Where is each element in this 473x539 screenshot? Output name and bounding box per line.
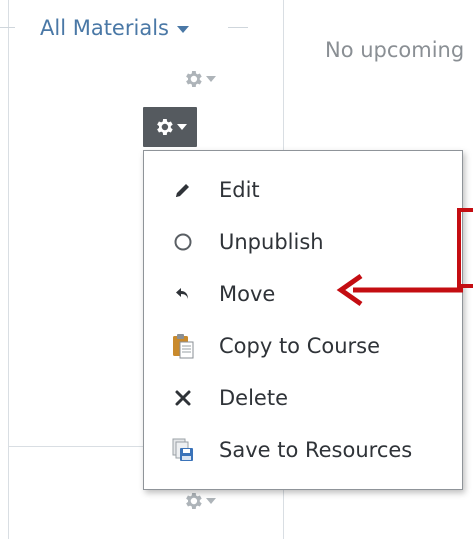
- item-options-menu: Edit Unpublish Move Copy to Course Delet…: [143, 150, 463, 490]
- annotation-arrow-icon: [336, 273, 463, 307]
- save-resources-icon: [170, 437, 196, 463]
- menu-item-label: Unpublish: [219, 230, 324, 254]
- left-border: [8, 0, 9, 539]
- gear-icon: [157, 119, 173, 135]
- circle-outline-icon: [170, 229, 196, 255]
- menu-item-label: Move: [219, 282, 276, 306]
- materials-filter-dropdown[interactable]: All Materials: [40, 14, 189, 42]
- item-options-button-active[interactable]: [143, 107, 197, 147]
- screen: All Materials No upcoming Edit Unpublish…: [0, 0, 473, 539]
- caret-down-icon: [176, 26, 189, 33]
- header-rule-left: [0, 27, 15, 28]
- gear-icon: [186, 493, 202, 509]
- gear-icon: [186, 71, 202, 87]
- materials-filter-label: All Materials: [40, 16, 169, 40]
- x-icon: [170, 385, 196, 411]
- menu-item-label: Save to Resources: [219, 438, 413, 462]
- item-options-button[interactable]: [182, 66, 216, 92]
- menu-item-label: Copy to Course: [219, 334, 381, 358]
- upcoming-empty-text: No upcoming: [325, 38, 465, 62]
- menu-item-edit[interactable]: Edit: [144, 168, 462, 212]
- menu-item-copy-to-course[interactable]: Copy to Course: [144, 324, 462, 368]
- caret-down-icon: [206, 76, 216, 82]
- menu-item-label: Delete: [219, 386, 288, 410]
- move-arrow-icon: [170, 281, 196, 307]
- clipboard-icon: [170, 333, 196, 359]
- item-options-button-lower[interactable]: [182, 488, 216, 514]
- menu-item-delete[interactable]: Delete: [144, 376, 462, 420]
- caret-down-icon: [177, 124, 187, 130]
- menu-item-label: Edit: [219, 178, 260, 202]
- menu-item-unpublish[interactable]: Unpublish: [144, 220, 462, 264]
- pencil-icon: [170, 177, 196, 203]
- menu-item-save-to-resources[interactable]: Save to Resources: [144, 428, 462, 472]
- header-rule-mid: [228, 27, 248, 28]
- caret-down-icon: [206, 498, 216, 504]
